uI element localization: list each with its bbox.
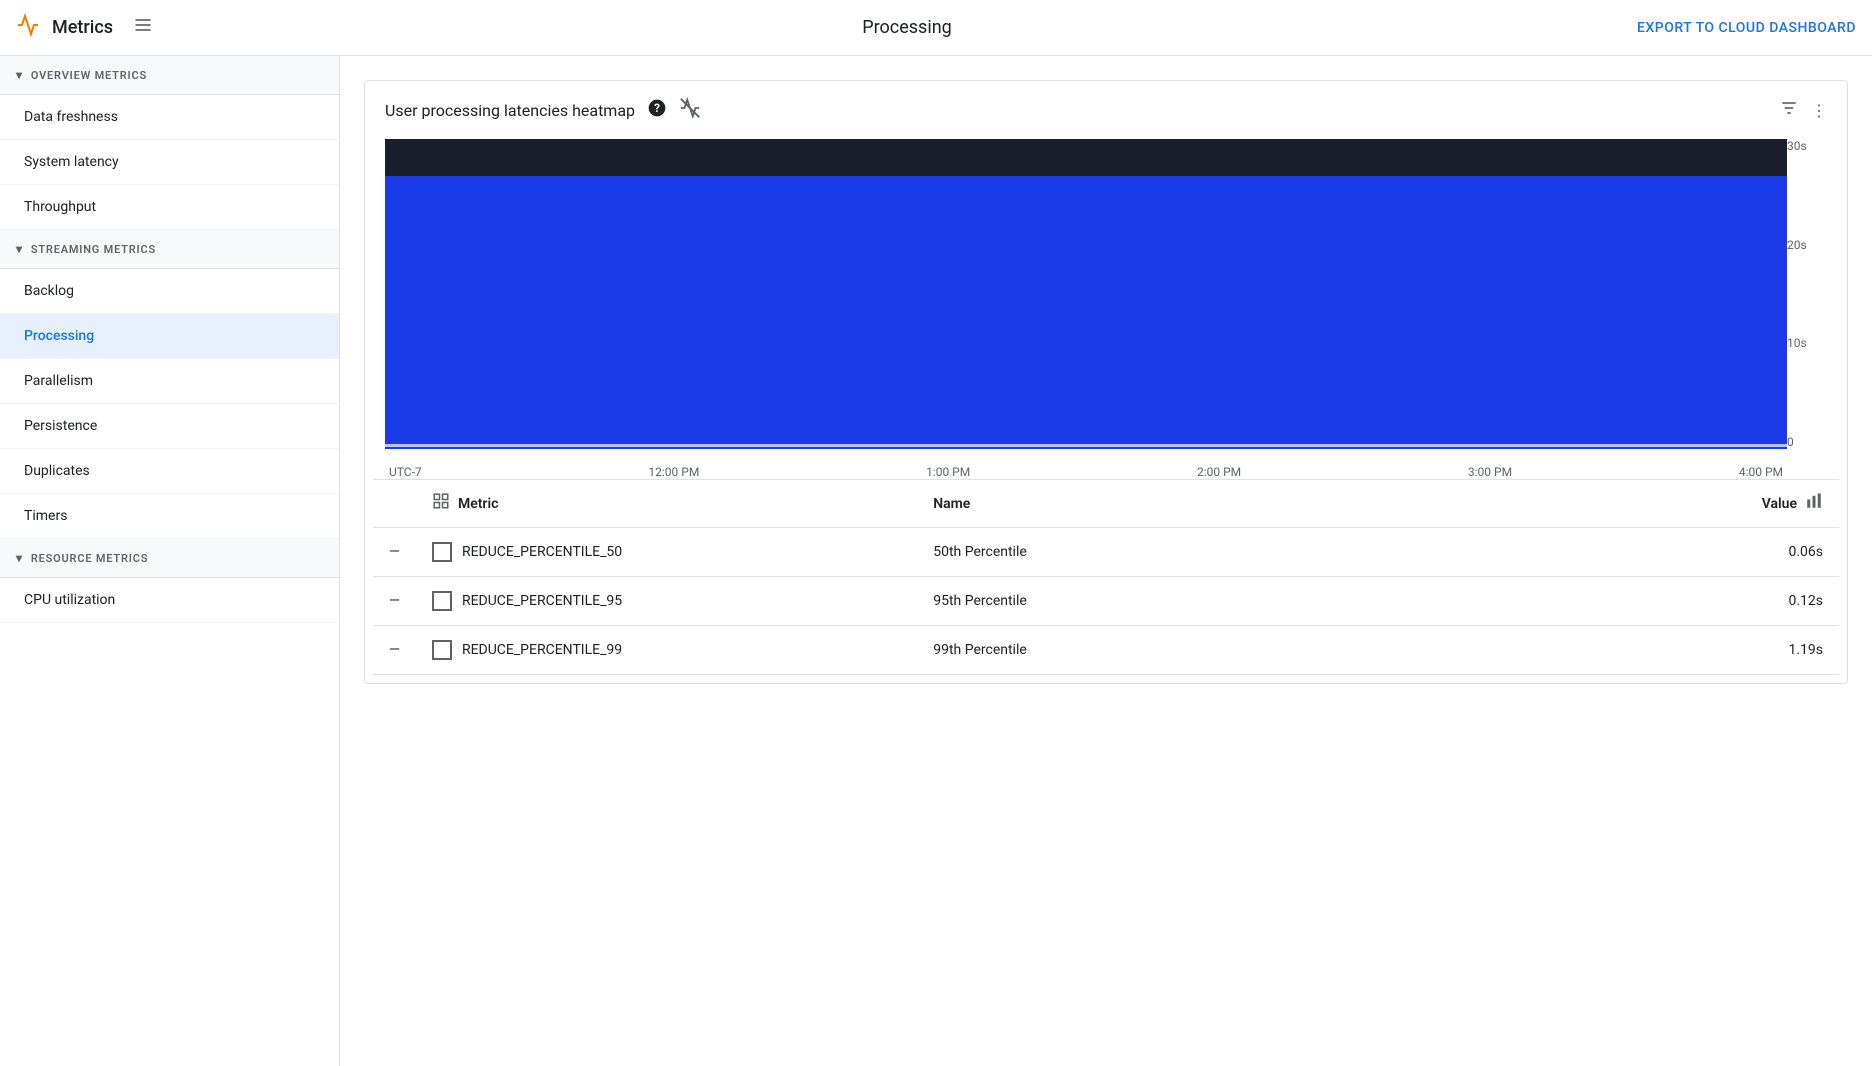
sidebar-section-overview-label: OVERVIEW METRICS [31, 69, 147, 82]
y-label-10s: 10s [1787, 336, 1807, 350]
heatmap-background [385, 139, 1787, 449]
table-row: — REDUCE_PERCENTILE_95 95th Percentile 0… [373, 577, 1839, 626]
row-name-p50: 50th Percentile [917, 528, 1413, 577]
sidebar-section-resource-label: RESOURCE METRICS [31, 552, 148, 565]
sidebar-item-duplicates[interactable]: Duplicates [0, 449, 339, 494]
row-metric-p99: REDUCE_PERCENTILE_99 [416, 626, 917, 675]
th-name: Name [917, 480, 1413, 528]
sidebar-item-parallelism[interactable]: Parallelism [0, 359, 339, 404]
metrics-table: Metric Name Value [373, 479, 1839, 675]
sidebar-section-resource[interactable]: ▾ RESOURCE METRICS [0, 539, 339, 578]
x-label-utc7: UTC-7 [389, 465, 422, 479]
content-area: User processing latencies heatmap ? [340, 56, 1872, 1066]
bar-chart-icon[interactable] [1805, 492, 1823, 515]
row-checkbox-p99[interactable] [432, 640, 452, 660]
sidebar-item-cpu-utilization[interactable]: CPU utilization [0, 578, 339, 623]
metrics-table-container: Metric Name Value [365, 479, 1847, 683]
heatmap-container: UTC-7 12:00 PM 1:00 PM 2:00 PM 3:00 PM 4… [365, 139, 1847, 479]
heatmap-chart-area: UTC-7 12:00 PM 1:00 PM 2:00 PM 3:00 PM 4… [385, 139, 1827, 479]
x-label-4pm: 4:00 PM [1739, 465, 1783, 479]
row-value-p95: 0.12s [1413, 577, 1839, 626]
sidebar-item-persistence[interactable]: Persistence [0, 404, 339, 449]
sidebar: ▾ OVERVIEW METRICS Data freshness System… [0, 56, 340, 1066]
x-label-2pm: 2:00 PM [1197, 465, 1241, 479]
row-checkbox-p50[interactable] [432, 542, 452, 562]
sidebar-item-data-freshness[interactable]: Data freshness [0, 95, 339, 140]
row-value-p50: 0.06s [1413, 528, 1839, 577]
sidebar-collapse-button[interactable] [133, 15, 153, 40]
row-name-p95: 95th Percentile [917, 577, 1413, 626]
main-layout: ▾ OVERVIEW METRICS Data freshness System… [0, 56, 1872, 1066]
row-dash-p50: — [373, 528, 416, 577]
row-checkbox-p95[interactable] [432, 591, 452, 611]
table-row: — REDUCE_PERCENTILE_99 99th Percentile 1… [373, 626, 1839, 675]
heatmap-chart: UTC-7 12:00 PM 1:00 PM 2:00 PM 3:00 PM 4… [385, 139, 1787, 479]
card-actions: ⋮ [1779, 98, 1827, 122]
card-title-area: User processing latencies heatmap ? [385, 97, 701, 123]
heatmap-card: User processing latencies heatmap ? [364, 80, 1848, 684]
top-header: Metrics Processing EXPORT TO CLOUD DASHB… [0, 0, 1872, 56]
export-to-cloud-button[interactable]: EXPORT TO CLOUD DASHBOARD [1637, 20, 1856, 36]
th-value: Value [1413, 480, 1839, 528]
header-left: Metrics [16, 13, 153, 42]
svg-text:?: ? [654, 101, 660, 115]
chevron-down-icon: ▾ [16, 551, 23, 565]
row-name-p99: 99th Percentile [917, 626, 1413, 675]
sidebar-item-backlog[interactable]: Backlog [0, 269, 339, 314]
chevron-down-icon: ▾ [16, 242, 23, 256]
help-icon[interactable]: ? [647, 98, 667, 122]
sidebar-item-system-latency[interactable]: System latency [0, 140, 339, 185]
table-row: — REDUCE_PERCENTILE_50 50th Percentile 0… [373, 528, 1839, 577]
y-label-0: 0 [1787, 435, 1794, 449]
y-label-30s: 30s [1787, 139, 1807, 153]
page-title: Processing [862, 17, 952, 38]
th-metric: Metric [416, 480, 917, 528]
grid-icon [432, 492, 450, 515]
sidebar-section-streaming[interactable]: ▾ STREAMING METRICS [0, 230, 339, 269]
card-title: User processing latencies heatmap [385, 101, 635, 120]
x-label-1pm: 1:00 PM [926, 465, 970, 479]
x-label-3pm: 3:00 PM [1468, 465, 1512, 479]
filter-icon[interactable] [1779, 98, 1799, 122]
row-value-p99: 1.19s [1413, 626, 1839, 675]
chevron-down-icon: ▾ [16, 68, 23, 82]
row-metric-p50: REDUCE_PERCENTILE_50 [416, 528, 917, 577]
th-dash [373, 480, 416, 528]
row-dash-p95: — [373, 577, 416, 626]
sidebar-item-throughput[interactable]: Throughput [0, 185, 339, 230]
metrics-logo-icon [16, 13, 40, 42]
heatmap-y-axis: 30s 20s 10s 0 [1787, 139, 1827, 479]
no-chart-icon[interactable] [679, 97, 701, 123]
table-header-row: Metric Name Value [373, 480, 1839, 528]
x-label-12pm: 12:00 PM [648, 465, 699, 479]
sidebar-section-overview[interactable]: ▾ OVERVIEW METRICS [0, 56, 339, 95]
row-metric-p95: REDUCE_PERCENTILE_95 [416, 577, 917, 626]
sidebar-section-streaming-label: STREAMING METRICS [31, 243, 156, 256]
app-title: Metrics [52, 17, 113, 38]
row-dash-p99: — [373, 626, 416, 675]
y-label-20s: 20s [1787, 238, 1807, 252]
sidebar-item-timers[interactable]: Timers [0, 494, 339, 539]
card-header: User processing latencies heatmap ? [365, 81, 1847, 139]
sidebar-item-processing[interactable]: Processing [0, 314, 339, 359]
more-options-icon[interactable]: ⋮ [1811, 101, 1827, 120]
heatmap-baseline [385, 444, 1787, 447]
